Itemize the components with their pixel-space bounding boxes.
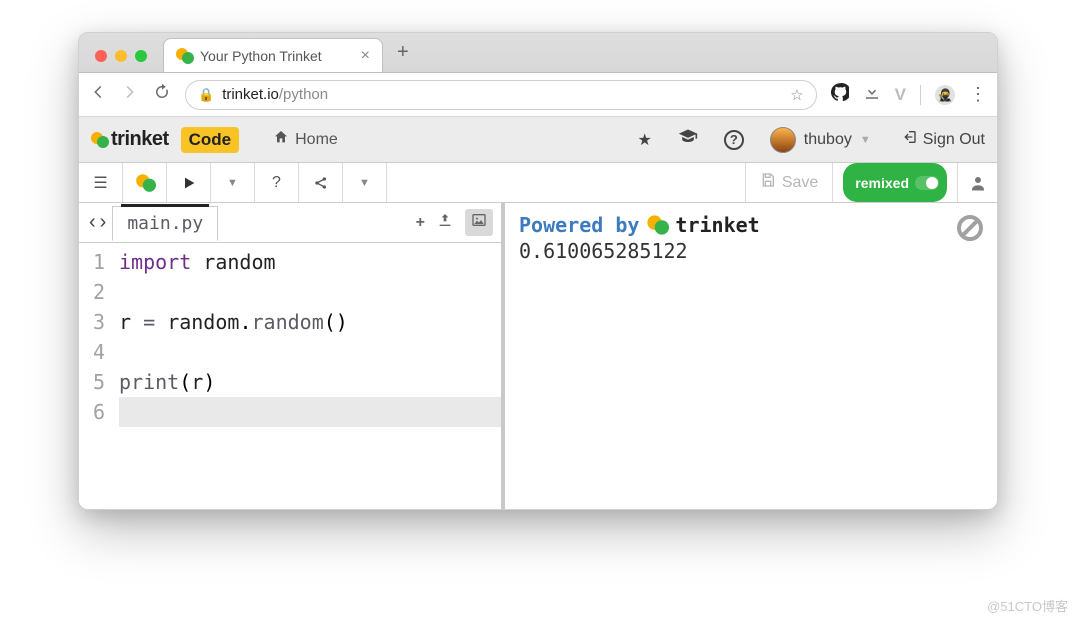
trinket-output-icon xyxy=(648,215,667,234)
menu-button[interactable]: ☰ xyxy=(79,163,123,202)
trinket-favicon xyxy=(176,48,192,64)
file-name: main.py xyxy=(127,213,203,234)
user-menu[interactable]: thuboy ▼ xyxy=(770,127,871,153)
browser-tab[interactable]: Your Python Trinket × xyxy=(163,38,383,72)
powered-label: Powered by xyxy=(519,213,639,237)
url-host: trinket.io xyxy=(222,86,279,103)
tab-strip: Your Python Trinket × + xyxy=(79,33,997,73)
download-icon[interactable] xyxy=(863,83,881,106)
caret-down-icon: ▼ xyxy=(860,134,871,146)
image-button[interactable] xyxy=(465,209,493,236)
extensions-area: V 🥷 ⋮ xyxy=(831,83,987,106)
close-tab-icon[interactable]: × xyxy=(361,47,370,65)
powered-by: Powered by trinket xyxy=(519,213,983,237)
tab-title: Your Python Trinket xyxy=(200,48,322,64)
sign-out-link[interactable]: Sign Out xyxy=(901,129,985,150)
home-link[interactable]: Home xyxy=(273,129,338,150)
line-gutter: 123456 xyxy=(79,243,113,509)
editor-toolbar: ☰ ▼ ? ▼ Save remixed xyxy=(79,163,997,203)
share-dropdown[interactable]: ▼ xyxy=(343,163,387,202)
code-lines: import randomr = random.random()print(r) xyxy=(113,243,501,509)
trinket-icon xyxy=(136,174,154,192)
nav-back-button[interactable] xyxy=(89,83,107,106)
help-icon[interactable]: ? xyxy=(724,130,744,150)
browser-menu-icon[interactable]: ⋮ xyxy=(969,84,987,105)
save-button[interactable]: Save xyxy=(746,163,833,202)
graduation-cap-icon[interactable] xyxy=(678,127,698,152)
vue-icon[interactable]: V xyxy=(895,85,906,105)
save-label: Save xyxy=(782,174,818,192)
code-editor[interactable]: 123456 import randomr = random.random()p… xyxy=(79,243,501,509)
divider xyxy=(920,85,921,105)
sign-out-icon xyxy=(901,129,917,150)
output-brand: trinket xyxy=(675,213,759,237)
profile-avatar-icon[interactable]: 🥷 xyxy=(935,85,955,105)
watermark: @51CTO博客 xyxy=(987,596,1068,615)
star-icon[interactable]: ★ xyxy=(637,130,651,150)
next-file-button[interactable]: › xyxy=(100,211,107,234)
save-icon xyxy=(760,172,776,193)
bookmark-star-icon[interactable]: ☆ xyxy=(790,86,803,104)
minimize-window-icon[interactable] xyxy=(115,50,127,62)
stop-icon[interactable] xyxy=(957,215,983,241)
user-avatar-icon xyxy=(770,127,796,153)
trinket-mode-button[interactable] xyxy=(123,163,167,202)
output-pane: Powered by trinket 0.610065285122 xyxy=(505,203,997,509)
editor-pane: ‹ › main.py + 123456 impo xyxy=(79,203,505,509)
browser-window: Your Python Trinket × + 🔒 trinket.io/pyt… xyxy=(78,32,998,510)
brand-name: trinket xyxy=(111,128,169,151)
editor-tab-bar: ‹ › main.py + xyxy=(79,203,501,243)
new-tab-button[interactable]: + xyxy=(383,41,423,72)
add-file-button[interactable]: + xyxy=(416,214,425,232)
toggle-icon xyxy=(915,176,939,190)
username: thuboy xyxy=(804,131,852,149)
home-icon xyxy=(273,129,289,150)
url-input[interactable]: 🔒 trinket.io/python ☆ xyxy=(185,80,817,110)
trinket-logo-icon xyxy=(91,132,107,148)
nav-forward-button[interactable] xyxy=(121,83,139,106)
share-button[interactable] xyxy=(299,163,343,202)
window-controls xyxy=(91,50,153,72)
github-icon[interactable] xyxy=(831,83,849,106)
site-header: trinket Code Home ★ ? thuboy ▼ Sign Out xyxy=(79,117,997,163)
remixed-toggle[interactable]: remixed xyxy=(843,163,947,202)
url-path: /python xyxy=(279,86,328,103)
run-button[interactable] xyxy=(167,163,211,202)
home-label: Home xyxy=(295,131,338,149)
lock-icon: 🔒 xyxy=(198,87,214,103)
remixed-label: remixed xyxy=(855,175,909,191)
user-icon-button[interactable] xyxy=(957,163,997,202)
output-value: 0.610065285122 xyxy=(519,239,983,263)
run-dropdown[interactable]: ▼ xyxy=(211,163,255,202)
file-tab[interactable]: main.py xyxy=(112,206,218,241)
brand-logo[interactable]: trinket xyxy=(91,128,169,151)
panes: ‹ › main.py + 123456 impo xyxy=(79,203,997,509)
upload-button[interactable] xyxy=(437,212,453,233)
reload-button[interactable] xyxy=(153,83,171,106)
maximize-window-icon[interactable] xyxy=(135,50,147,62)
prev-file-button[interactable]: ‹ xyxy=(89,211,96,234)
code-badge: Code xyxy=(181,127,240,153)
help-button[interactable]: ? xyxy=(255,163,299,202)
close-window-icon[interactable] xyxy=(95,50,107,62)
address-bar: 🔒 trinket.io/python ☆ V 🥷 ⋮ xyxy=(79,73,997,117)
sign-out-label: Sign Out xyxy=(923,131,985,149)
